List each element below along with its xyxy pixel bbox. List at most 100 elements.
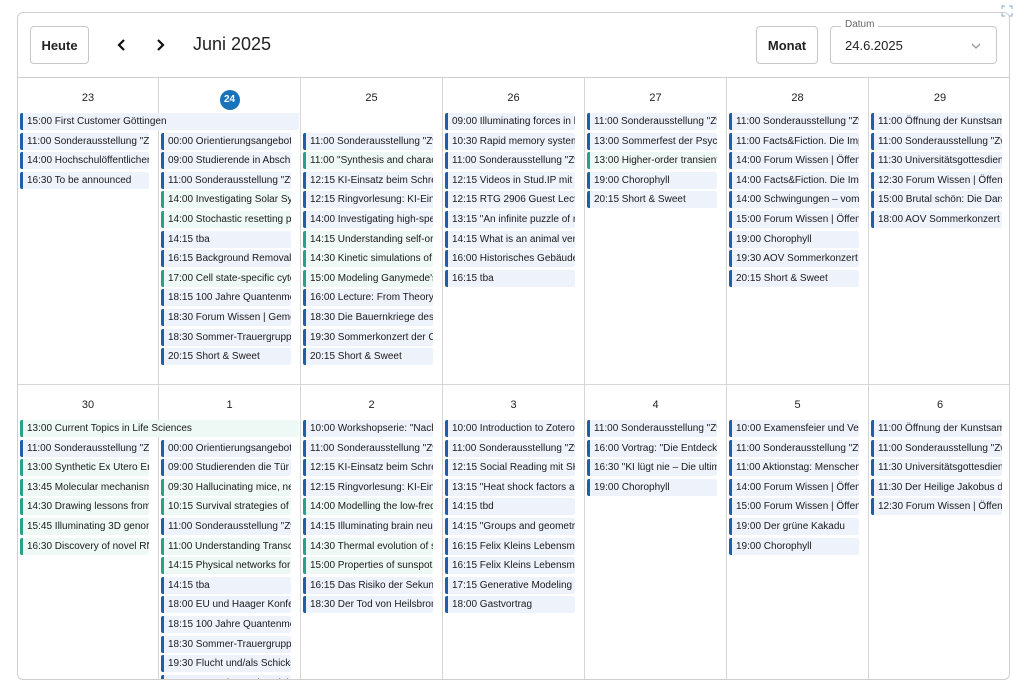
event-chip[interactable]: 09:30 Hallucinating mice, neu [161,478,291,496]
day-number[interactable]: 30 [18,399,158,411]
next-month-button[interactable] [150,35,170,55]
event-chip[interactable]: 14:30 Thermal evolution of so [303,537,433,555]
event-chip[interactable]: 14:15 tba [161,576,291,594]
event-chip[interactable]: 18:15 100 Jahre Quantenmec [161,615,291,633]
event-chip[interactable]: 20:15 Short & Sweet [161,348,291,366]
day-cell[interactable]: 4 11:00 Sonderausstellung "Zw 16:00 Vortra… [585,385,727,679]
event-chip[interactable]: 15:00 Forum Wissen | Öffentli [729,210,859,228]
day-number[interactable]: 26 [443,92,584,104]
event-chip[interactable]: 18:00 AOV Sommerkonzert II: [871,210,1002,228]
event-chip[interactable]: 19:30 Sommerkonzert der Ca [303,328,433,346]
event-chip[interactable]: 11:00 Öffnung der Kunstsamm [871,420,1002,437]
event-chip[interactable]: 16:00 Historisches Gebäude d [445,250,575,268]
event-chip[interactable]: 17:00 Cell state-specific cytop [161,269,291,287]
day-cell[interactable]: 27 11:00 Sonderausstellung "Zw 13:00 Somme… [585,78,727,385]
event-chip[interactable]: 18:30 Sommer-Trauergruppe [161,635,291,653]
event-chip[interactable]: 10:00 Examensfeier und Vera [729,420,859,437]
event-chip[interactable]: 11:00 Sonderausstellung "Zw [20,439,149,457]
event-chip[interactable]: 14:15 Physical networks for c [161,557,291,575]
event-chip[interactable]: 12:15 Videos in Stud.IP mit O [445,171,575,189]
event-chip[interactable]: 14:15 tbd [445,498,575,516]
day-number[interactable]: 2 [301,399,442,411]
event-chip[interactable]: 12:15 KI-Einsatz beim Schreib [303,171,433,189]
event-chip[interactable]: 11:00 Sonderausstellung "Zw [161,517,291,535]
event-chip[interactable]: 19:00 Der grüne Kakadu [729,517,859,535]
day-number[interactable]: 25 [301,92,442,104]
event-chip[interactable]: 09:00 Illuminating forces in liv [445,113,575,130]
event-chip[interactable]: 19:00 Chorophyll [587,478,717,496]
day-number[interactable]: 5 [727,399,868,411]
event-chip[interactable]: 12:15 Ringvorlesung: KI-Einsa [303,478,433,496]
event-chip[interactable]: 18:30 Forum Wissen | Gemein [161,308,291,326]
event-chip[interactable]: 14:00 Forum Wissen | Öffentli [729,152,859,170]
event-chip[interactable]: 09:00 Studierenden die Tür zu [161,459,291,477]
date-picker-field[interactable]: Datum 24.6.2025 [830,19,997,64]
event-chip[interactable]: 13:00 Synthetic Ex Utero Emb [20,459,149,477]
event-chip[interactable]: 16:15 Das Risiko der Sekundä [303,576,433,594]
event-chip[interactable]: 20:15 Short & Sweet [303,348,433,366]
event-chip[interactable]: 19:30 Flucht und/als Schicks [161,655,291,673]
event-chip[interactable]: 14:00 Investigating high-speed [303,210,433,228]
event-chip[interactable]: 14:15 "Groups and geometry" [445,517,575,535]
event-chip[interactable]: 18:15 100 Jahre Quantenmec [161,289,291,307]
event-chip[interactable]: 14:00 Modelling the low-frequ [303,498,433,516]
event-chip[interactable]: 15:00 Forum Wissen | Öffentli [729,498,859,516]
event-chip[interactable]: 15:00 First Customer Göttingen [20,113,299,130]
event-chip[interactable]: 12:15 Ringvorlesung: KI-Einsa [303,191,433,209]
event-chip[interactable]: 15:00 Modeling Ganymede's m [303,269,433,287]
event-chip[interactable]: 12:30 Forum Wissen | Öffentli [871,171,1002,189]
event-chip[interactable]: 10:00 Workshopserie: "Nachh [303,420,433,437]
event-chip[interactable]: 11:00 Understanding Transcri [161,537,291,555]
event-chip[interactable]: 09:00 Studierende in Abschlu [161,152,291,170]
event-chip[interactable]: 14:15 tba [161,230,291,248]
event-chip[interactable]: 11:00 Facts&Fiction. Die Impr [729,132,859,150]
event-chip[interactable]: 16:30 To be announced [20,171,149,189]
day-cell[interactable]: 26 09:00 Illuminating forces in liv 10:30 … [443,78,585,385]
event-chip[interactable]: 16:00 Lecture: From Theory to [303,289,433,307]
event-chip[interactable]: 19:00 Chorophyll [729,230,859,248]
event-chip[interactable]: 16:15 tba [445,269,575,287]
event-chip[interactable]: 14:00 Investigating Solar Syst [161,191,291,209]
event-chip[interactable]: 13:15 "An infinite puzzle of m [445,210,575,228]
event-chip[interactable]: 10:15 Survival strategies of M [161,498,291,516]
event-chip[interactable]: 14:15 Understanding self-orga [303,230,433,248]
event-chip[interactable]: 11:00 Sonderausstellung "Zw [587,113,717,130]
event-chip[interactable]: 14:00 Forum Wissen | Öffentli [729,478,859,496]
event-chip[interactable]: 11:00 "Synthesis and characte [303,152,433,170]
event-chip[interactable]: 13:45 Molecular mechanisms [20,478,149,496]
event-chip[interactable]: 14:30 Drawing lessons from th [20,498,149,516]
day-cell[interactable]: 30 13:00 Current Topics in Life Sciences 1… [18,385,299,679]
event-chip[interactable]: 18:00 Gastvortrag [445,596,575,614]
event-chip[interactable]: 12:15 RTG 2906 Guest Lectur [445,191,575,209]
day-number[interactable]: 3 [443,399,584,411]
today-button[interactable]: Heute [30,26,89,64]
day-number[interactable]: 4 [585,399,726,411]
event-chip[interactable]: 17:15 Generative Modeling vi [445,576,575,594]
day-number[interactable]: 28 [727,92,868,104]
event-chip[interactable]: 00:00 Orientierungsangebot d [161,132,291,150]
month-view-button[interactable]: Monat [756,26,818,64]
day-cell[interactable]: 23 15:00 First Customer Göttingen 11:00 So… [18,78,299,385]
event-chip[interactable]: 13:00 Current Topics in Life Sciences [20,420,299,437]
day-number[interactable]: 23 [18,92,158,104]
event-chip[interactable]: 11:00 Sonderausstellung "Zw [303,132,433,150]
day-cell[interactable]: 2 10:00 Workshopserie: "Nachh 11:00 Sonder… [301,385,443,679]
event-chip[interactable]: 11:30 Universitätsgottesdiens [871,459,1002,477]
event-chip[interactable]: 11:30 Universitätsgottesdiens [871,152,1002,170]
event-chip[interactable]: 19:00 Chorophyll [587,171,717,189]
event-chip[interactable]: 12:15 KI-Einsatz beim Schreib [303,459,433,477]
day-cell[interactable]: 28 11:00 Sonderausstellung "Zw 11:00 Facts… [727,78,869,385]
day-number[interactable]: 29 [869,92,1009,104]
day-cell[interactable]: 25 11:00 Sonderausstellung "Zw 11:00 "Synt… [301,78,443,385]
event-chip[interactable]: 11:00 Sonderausstellung "Zw [161,171,291,189]
event-chip[interactable]: 19:00 Chorophyll [729,537,859,555]
event-chip[interactable]: 11:00 Sonderausstellung "Zw [729,439,859,457]
event-chip[interactable]: 11:00 Sonderausstellung "Zw [303,439,433,457]
today-date-badge[interactable]: 24 [219,90,240,110]
event-chip[interactable]: 14:00 Hochschulöffentlicher V [20,152,149,170]
event-chip[interactable]: 10:00 Introduction to Zotero [445,420,575,437]
event-chip[interactable]: 11:00 Sonderausstellung "Zw [20,132,149,150]
event-chip[interactable]: 11:00 Sonderausstellung "Zw [871,439,1002,457]
event-chip[interactable]: 16:30 "KI lügt nie – Die ultima [587,459,717,477]
event-chip[interactable]: 13:00 Sommerfest der Psych [587,132,717,150]
